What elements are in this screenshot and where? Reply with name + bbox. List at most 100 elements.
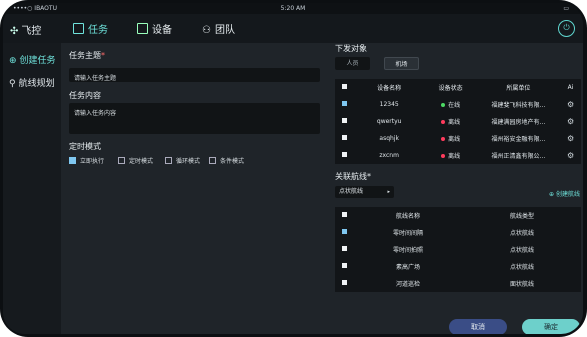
table-row[interactable]: 素高广场 点状航线 <box>335 258 581 275</box>
dispatch-label: 下发对象 <box>335 44 367 53</box>
segment-airport[interactable]: 机场 <box>384 57 419 70</box>
device-name: zxcnm <box>379 152 399 159</box>
device-name: qwertyu <box>376 118 402 125</box>
column-header: 航线类型 <box>509 213 534 220</box>
row-checkbox[interactable] <box>341 152 347 157</box>
offline-dot-icon <box>441 120 446 124</box>
row-checkbox[interactable] <box>341 118 347 123</box>
drone-logo-icon: ✣ <box>10 26 19 37</box>
team-icon: ⚇ <box>202 25 211 36</box>
subject-label: 任务主题* <box>69 51 105 60</box>
tab-devices-label: 设备 <box>152 25 172 36</box>
table-header-row: 设备名称 设备状态 所属单位 Ai <box>335 79 581 96</box>
tab-team[interactable]: ⚇ 团队 <box>202 21 235 36</box>
device-frame: ••••○ IBAOTU 5:20 AM ▭ ✣ 飞控 任务 设备 ⚇ 团队 ⏻ ⊕… <box>0 0 587 337</box>
select-all-checkbox[interactable] <box>341 84 347 89</box>
table-row[interactable]: 零时间间隔 点状航线 <box>335 224 581 241</box>
sidebar-item-label: 航线规划 <box>18 79 55 89</box>
column-header: 设备名称 <box>377 85 402 92</box>
table-row[interactable]: 12345 在线 福建斐飞科技有限... ⚙ <box>335 96 581 113</box>
device-status: 在线 <box>425 96 477 113</box>
gear-icon[interactable]: ⚙ <box>567 134 574 143</box>
gear-icon[interactable]: ⚙ <box>567 117 574 126</box>
device-status: 离线 <box>425 147 477 164</box>
device-unit: 福州裕安金融有限... <box>491 136 546 143</box>
create-task-icon: ⊕ <box>9 56 17 66</box>
option-loop[interactable]: 循环模式 <box>165 156 200 165</box>
row-checkbox[interactable] <box>341 135 347 140</box>
row-checkbox[interactable] <box>341 229 347 234</box>
subject-input[interactable]: 请输入任务主题 <box>69 68 320 82</box>
route-type-dropdown[interactable]: 点状航线 ▸ <box>335 186 394 198</box>
tab-team-label: 团队 <box>214 25 235 36</box>
task-list-icon <box>73 23 84 34</box>
plus-circle-icon: ⊕ <box>549 191 556 198</box>
tab-tasks[interactable]: 任务 <box>73 21 108 36</box>
gear-icon[interactable]: ⚙ <box>567 151 574 160</box>
option-scheduled[interactable]: 定时模式 <box>118 156 153 165</box>
sidebar-item-label: 创建任务 <box>19 56 56 66</box>
table-header-row: 航线名称 航线类型 <box>335 207 581 224</box>
top-nav-bar: ✣ 飞控 任务 设备 ⚇ 团队 ⏻ <box>3 14 583 43</box>
power-icon[interactable]: ⏻ <box>558 20 575 37</box>
checkbox-icon <box>209 157 216 164</box>
route-table: 航线名称 航线类型 零时间间隔 点状航线 零时间拍照 点状航线 素高广场 点状航… <box>335 207 581 292</box>
column-header: Ai <box>567 84 574 91</box>
battery-icon: ▭ <box>563 5 569 12</box>
sidebar-item-create-task[interactable]: ⊕ 创建任务 <box>9 53 56 66</box>
cancel-button[interactable]: 取消 <box>449 319 507 334</box>
option-conditional[interactable]: 条件模式 <box>209 156 244 165</box>
device-unit: 福州正清鑫有限公... <box>491 153 546 160</box>
table-row[interactable]: zxcnm 离线 福州正清鑫有限公... ⚙ <box>335 147 581 164</box>
select-all-checkbox[interactable] <box>341 212 347 217</box>
chevron-right-icon: ▸ <box>387 189 390 195</box>
device-status: 离线 <box>425 130 477 147</box>
row-checkbox[interactable] <box>341 263 347 268</box>
content-label: 任务内容 <box>69 91 101 100</box>
sidebar-item-route-planning[interactable]: ⚲ 航线规划 <box>9 76 55 89</box>
brand-name: 飞控 <box>21 26 42 37</box>
device-unit: 福建斐飞科技有限... <box>491 102 546 109</box>
table-row[interactable]: asqhjk 离线 福州裕安金融有限... ⚙ <box>335 130 581 147</box>
device-status: 离线 <box>425 113 477 130</box>
checkbox-icon <box>118 157 125 164</box>
route-type: 点状航线 <box>509 230 534 237</box>
column-header: 设备状态 <box>438 85 463 92</box>
app-screen: ••••○ IBAOTU 5:20 AM ▭ ✣ 飞控 任务 设备 ⚇ 团队 ⏻ ⊕… <box>3 3 583 334</box>
option-immediate[interactable]: 立即执行 <box>69 156 104 165</box>
device-icon <box>137 23 148 34</box>
tab-devices[interactable]: 设备 <box>137 21 172 36</box>
table-row[interactable]: 零时间拍照 点状航线 <box>335 241 581 258</box>
route-name: 零时间间隔 <box>392 230 423 237</box>
column-header: 航线名称 <box>395 213 420 220</box>
timing-mode-label: 定时模式 <box>69 142 101 151</box>
route-name: 河道巡检 <box>395 281 420 288</box>
row-checkbox[interactable] <box>341 246 347 251</box>
route-type: 点状航线 <box>509 247 534 254</box>
route-name: 素高广场 <box>395 264 420 271</box>
column-header: 所属单位 <box>506 85 531 92</box>
table-row[interactable]: 河道巡检 面状航线 <box>335 275 581 292</box>
segment-personnel[interactable]: 人员 <box>335 57 370 70</box>
row-checkbox[interactable] <box>341 101 347 106</box>
content-textarea[interactable]: 请输入任务内容 <box>69 103 320 134</box>
route-type: 点状航线 <box>509 264 534 271</box>
device-unit: 福建满园房地产有... <box>491 119 546 126</box>
create-route-button[interactable]: ⊕ 创建航线 <box>549 189 580 198</box>
location-pin-icon: ⚲ <box>9 79 16 89</box>
tab-tasks-label: 任务 <box>88 25 108 36</box>
offline-dot-icon <box>441 154 446 158</box>
route-label: 关联航线* <box>335 172 371 181</box>
row-checkbox[interactable] <box>341 280 347 285</box>
offline-dot-icon <box>441 137 446 141</box>
main-content: 任务主题* 请输入任务主题 任务内容 请输入任务内容 定时模式 立即执行 定时模… <box>61 43 583 334</box>
sidebar: ⊕ 创建任务 ⚲ 航线规划 <box>3 43 61 334</box>
device-name: asqhjk <box>379 135 399 142</box>
gear-icon[interactable]: ⚙ <box>567 100 574 109</box>
status-bar: ••••○ IBAOTU 5:20 AM ▭ <box>3 3 583 14</box>
table-row[interactable]: qwertyu 离线 福建满园房地产有... ⚙ <box>335 113 581 130</box>
checkbox-icon <box>69 157 76 164</box>
confirm-button[interactable]: 确定 <box>522 319 580 334</box>
device-table: 设备名称 设备状态 所属单位 Ai 12345 在线 福建斐飞科技有限... ⚙… <box>335 79 581 164</box>
route-name: 零时间拍照 <box>392 247 423 254</box>
